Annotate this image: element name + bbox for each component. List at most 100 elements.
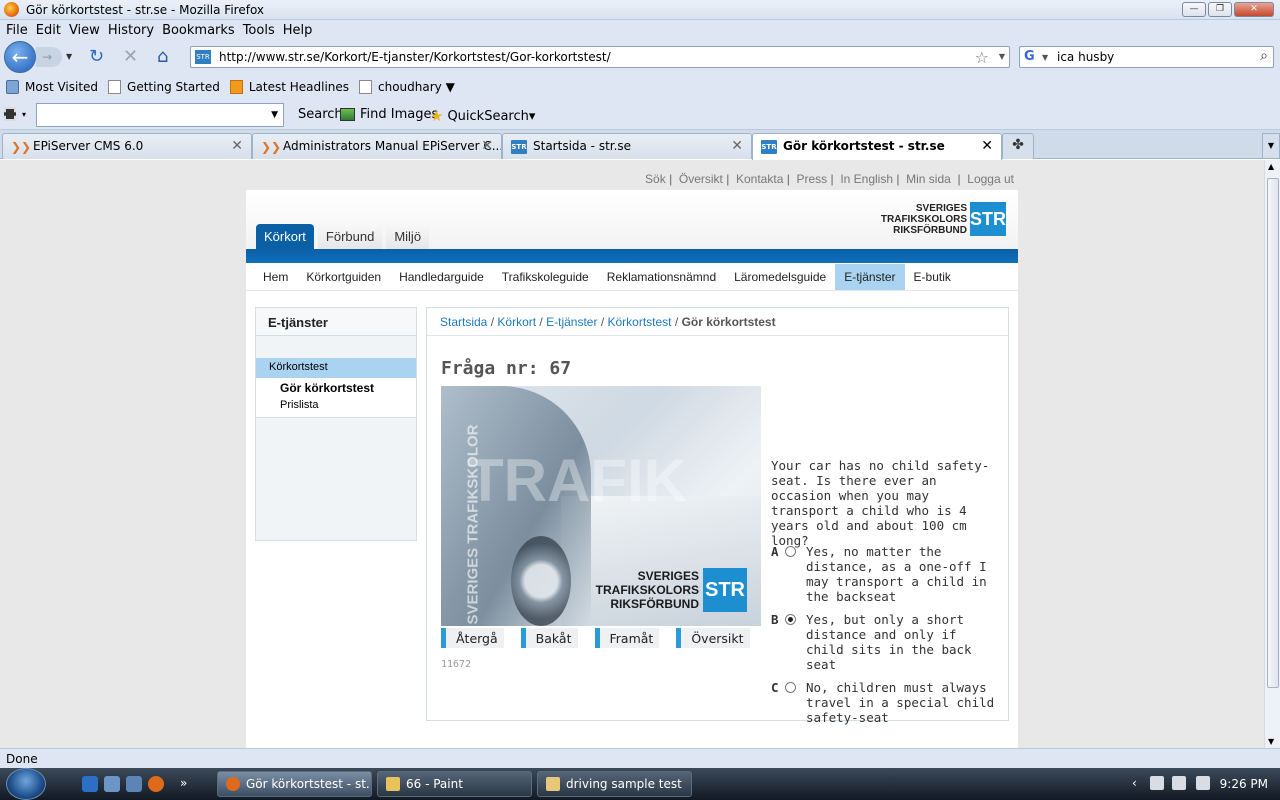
answer-a-radio[interactable]	[785, 546, 796, 557]
subnav-e-tjanster[interactable]: E-tjänster	[835, 263, 905, 290]
subnav-hem[interactable]: Hem	[254, 264, 297, 290]
quicksearch-button[interactable]: ★ QuickSearch▾	[430, 107, 535, 125]
bookmark-folder-choudhary[interactable]: choudhary ▼	[359, 80, 455, 94]
toplink-press[interactable]: Press	[797, 172, 828, 186]
search-input[interactable]: ica husby	[1057, 50, 1114, 64]
menu-tools[interactable]: Tools	[243, 23, 275, 38]
answer-a[interactable]: A Yes, no matter the distance, as a one-…	[771, 544, 1001, 604]
close-window-button[interactable]: ✕	[1234, 2, 1274, 17]
search-icon[interactable]: ⌕	[1260, 48, 1268, 64]
ie-icon[interactable]	[82, 776, 98, 792]
stop-icon[interactable]: ✕	[123, 46, 138, 67]
bakat-button[interactable]: Bakåt	[520, 628, 578, 648]
forward-button[interactable]: →	[36, 47, 62, 67]
menu-view[interactable]: View	[69, 23, 100, 38]
close-tab-icon[interactable]: ✕	[981, 138, 993, 154]
menu-file[interactable]: File	[6, 23, 28, 38]
list-all-tabs-icon[interactable]: ▼	[1262, 133, 1280, 159]
tab-episerver-cms[interactable]: ❯❯ EPiServer CMS 6.0 ✕	[2, 133, 252, 159]
bookmark-latest-headlines[interactable]: Latest Headlines	[229, 80, 349, 94]
toplink-min-sida[interactable]: Min sida	[906, 172, 951, 186]
film-icon[interactable]	[4, 107, 16, 121]
breadcrumb-startsida[interactable]: Startsida	[440, 315, 487, 329]
close-tab-icon[interactable]: ✕	[731, 138, 743, 154]
combo-arrow-icon[interactable]: ▼	[271, 110, 278, 120]
subnav-korkortguiden[interactable]: Körkortguiden	[297, 264, 390, 290]
menu-history[interactable]: History	[108, 23, 154, 38]
breadcrumb-korkortstest[interactable]: Körkortstest	[608, 315, 672, 329]
toolbar-search-button[interactable]: Search	[298, 107, 343, 122]
menu-bookmarks[interactable]: Bookmarks	[162, 23, 235, 38]
back-button[interactable]: ←	[4, 41, 36, 73]
toplink-oversikt[interactable]: Översikt	[679, 172, 723, 186]
subnav-e-butik[interactable]: E-butik	[905, 264, 960, 290]
search-box[interactable]: G ▼ ica husby ⌕	[1019, 46, 1274, 68]
tab-administrators-manual[interactable]: ❯❯ Administrators Manual EPiServer C... …	[252, 133, 502, 159]
subnav-trafikskoleguide[interactable]: Trafikskoleguide	[493, 264, 598, 290]
toplink-in-english[interactable]: In English	[840, 172, 893, 186]
url-text[interactable]: http://www.str.se/Korkort/E-tjanster/Kor…	[219, 50, 611, 64]
close-tab-icon[interactable]: ✕	[481, 138, 493, 154]
close-tab-icon[interactable]: ✕	[231, 138, 243, 154]
scrollbar-thumb[interactable]	[1267, 178, 1279, 688]
atergaa-button[interactable]: Återgå	[441, 628, 504, 648]
site-tab-korkort[interactable]: Körkort	[256, 224, 314, 250]
url-dropdown-icon[interactable]: ▼	[999, 52, 1005, 61]
scroll-down-icon[interactable]: ▼	[1268, 737, 1274, 746]
switch-windows-icon[interactable]	[126, 776, 142, 792]
minimize-button[interactable]: —	[1182, 2, 1206, 17]
sidebar-item-prislista[interactable]: Prislista	[280, 399, 392, 411]
framat-button[interactable]: Framåt	[594, 628, 660, 648]
site-tab-forbund[interactable]: Förbund	[317, 224, 383, 250]
history-dropdown-icon[interactable]: ▼	[66, 52, 72, 61]
clock[interactable]: 9:26 PM	[1220, 777, 1268, 791]
bookmark-getting-started[interactable]: Getting Started	[108, 80, 220, 94]
home-icon[interactable]: ⌂	[157, 46, 168, 67]
tray-expand-icon[interactable]: ‹	[1132, 776, 1137, 790]
sidebar-item-korkortstest[interactable]: Körkortstest	[256, 358, 416, 378]
bookmark-star-icon[interactable]: ☆	[975, 48, 989, 67]
show-desktop-icon[interactable]	[104, 776, 120, 792]
more-chevron-icon[interactable]: »	[180, 776, 196, 792]
menu-edit[interactable]: Edit	[36, 23, 61, 38]
answer-b-radio[interactable]	[785, 614, 796, 625]
tray-icon-1[interactable]	[1150, 776, 1164, 790]
scroll-up-icon[interactable]: ▲	[1268, 162, 1274, 171]
breadcrumb-e-tjanster[interactable]: E-tjänster	[546, 315, 597, 329]
google-icon[interactable]: G	[1024, 49, 1040, 65]
tab-startsida[interactable]: STR Startsida - str.se ✕	[502, 133, 752, 159]
volume-icon[interactable]	[1196, 776, 1210, 790]
search-engine-dropdown-icon[interactable]: ▼	[1042, 53, 1048, 62]
answer-c-radio[interactable]	[785, 682, 796, 693]
subnav-laromedelsguide[interactable]: Läromedelsguide	[725, 264, 835, 290]
toplink-sok[interactable]: Sök	[645, 172, 666, 186]
site-tab-miljo[interactable]: Miljö	[386, 224, 430, 250]
taskbar-folder[interactable]: driving sample test	[537, 771, 692, 797]
toplink-kontakta[interactable]: Kontakta	[736, 172, 783, 186]
find-images-button[interactable]: Find Images	[340, 107, 438, 122]
sidebar-item-gor-korkortstest[interactable]: Gör körkortstest	[280, 381, 392, 395]
taskbar-paint[interactable]: 66 - Paint	[377, 771, 532, 797]
str-logo[interactable]: SVERIGES TRAFIKSKOLORS RIKSFÖRBUND STR	[881, 202, 1006, 236]
address-bar[interactable]: STR http://www.str.se/Korkort/E-tjanster…	[190, 46, 1010, 68]
answer-c[interactable]: C No, children must always travel in a s…	[771, 680, 1001, 725]
vertical-scrollbar[interactable]: ▲ ▼	[1264, 160, 1280, 748]
subnav-reklamationsnamnd[interactable]: Reklamationsnämnd	[598, 264, 725, 290]
restore-button[interactable]: ❐	[1208, 2, 1232, 17]
film-dropdown-icon[interactable]: ▾	[22, 110, 26, 119]
subnav-handledarguide[interactable]: Handledarguide	[390, 264, 493, 290]
answer-b[interactable]: B Yes, but only a short distance and onl…	[771, 612, 1001, 672]
start-button[interactable]	[6, 768, 46, 800]
taskbar-firefox[interactable]: Gör körkortstest - st...	[217, 771, 372, 797]
network-icon[interactable]	[1172, 776, 1186, 790]
reload-icon[interactable]: ↻	[89, 46, 104, 67]
breadcrumb-korkort[interactable]: Körkort	[497, 315, 536, 329]
new-tab-button[interactable]: ✤	[1002, 133, 1034, 159]
toplink-logga-ut[interactable]: Logga ut	[967, 172, 1014, 186]
firefox-quicklaunch-icon[interactable]	[148, 776, 164, 792]
toolbar-search-combo[interactable]: ▼	[36, 103, 284, 127]
oversikt-button[interactable]: Översikt	[676, 628, 750, 648]
bookmark-most-visited[interactable]: Most Visited	[6, 80, 98, 94]
menu-help[interactable]: Help	[283, 23, 313, 38]
tab-gor-korkortstest[interactable]: STR Gör körkortstest - str.se ✕	[752, 133, 1002, 160]
